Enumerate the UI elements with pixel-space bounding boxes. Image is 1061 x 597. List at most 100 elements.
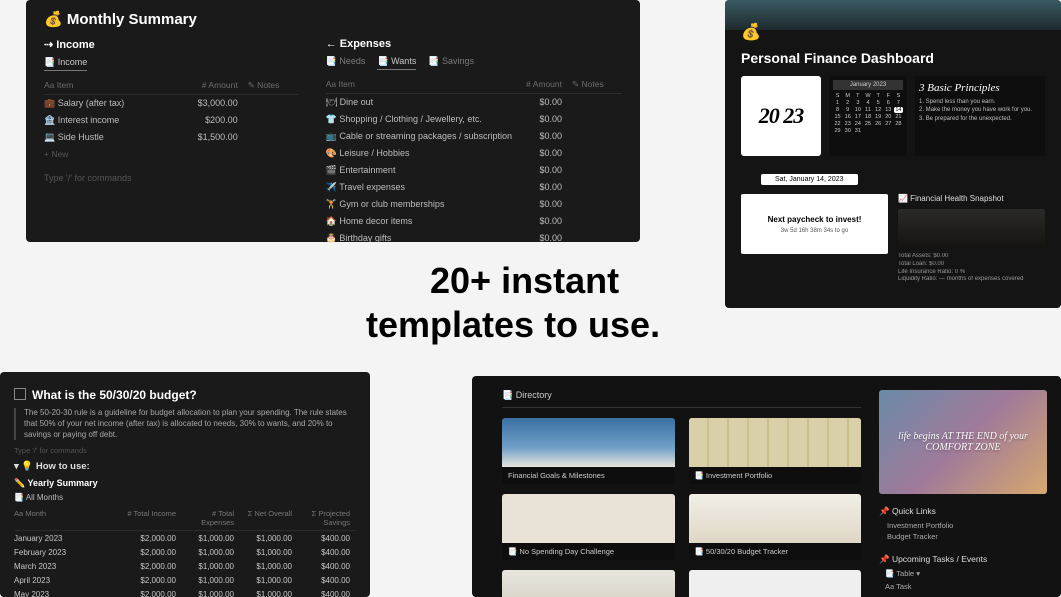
yearly-row[interactable]: May 2023 $2,000.00 $1,000.00 $1,000.00 $… [14, 587, 356, 597]
calendar-day[interactable]: M [843, 93, 852, 99]
calendar-day[interactable]: 7 [894, 100, 903, 106]
income-row[interactable]: 💼 Salary (after tax) $3,000.00 [44, 95, 298, 112]
yearly-row[interactable]: January 2023 $2,000.00 $1,000.00 $1,000.… [14, 531, 356, 545]
expense-row[interactable]: 👕 Shopping / Clothing / Jewellery, etc. … [326, 111, 622, 128]
invest-title: Next paycheck to invest! [768, 215, 862, 224]
calendar-day[interactable]: 3 [853, 100, 862, 106]
income-row[interactable]: 💻 Side Hustle $1,500.00 [44, 129, 298, 146]
yearly-income: $2,000.00 [124, 562, 182, 571]
finance-dashboard-panel: 💰 Personal Finance Dashboard 20 23 Janua… [725, 0, 1061, 308]
quicklink-item[interactable]: Budget Tracker [887, 532, 1047, 543]
directory-card[interactable] [502, 570, 675, 597]
expense-row[interactable]: 🎂 Birthday gifts $0.00 [326, 230, 622, 242]
yearly-net: $1,000.00 [240, 562, 298, 571]
directory-card[interactable]: 📑 50/30/20 Budget Tracker [689, 494, 862, 560]
calendar-day[interactable]: 14 [894, 107, 903, 113]
directory-heading[interactable]: 📑 Directory [502, 390, 861, 408]
expense-item: 🏋 Gym or club memberships [326, 199, 512, 210]
yearly-heading: ✏️ Yearly Summary [14, 478, 356, 489]
yearly-row[interactable]: March 2023 $2,000.00 $1,000.00 $1,000.00… [14, 559, 356, 573]
howto-heading[interactable]: ▾ 💡 How to use: [14, 461, 356, 472]
directory-card[interactable]: Financial Goals & Milestones [502, 418, 675, 484]
directory-card[interactable]: 📑 Investment Portfolio [689, 418, 862, 484]
calendar-day[interactable]: 9 [843, 107, 852, 113]
income-row[interactable]: 🏦 Interest income $200.00 [44, 112, 298, 129]
tab-needs[interactable]: 📑 Needs [326, 56, 366, 70]
calendar-day[interactable]: 21 [894, 114, 903, 120]
quicklink-item[interactable]: Investment Portfolio [887, 521, 1047, 532]
upcoming-tab[interactable]: Aa Task [885, 582, 1047, 591]
calendar-day[interactable]: 30 [843, 128, 852, 134]
tab-income[interactable]: 📑 Income [44, 57, 87, 71]
calendar-day[interactable]: 8 [833, 107, 842, 113]
expense-row[interactable]: 🍽 Dine out $0.00 [326, 94, 622, 111]
yearly-expenses: $1,000.00 [182, 576, 240, 585]
directory-card[interactable]: 📑 No Spending Day Challenge [502, 494, 675, 560]
calendar-day[interactable]: 5 [874, 100, 883, 106]
calendar-day[interactable]: F [884, 93, 893, 99]
calendar-widget[interactable]: January 2023 SMTWTFS12345678910111213141… [829, 76, 907, 156]
yearly-expenses: $1,000.00 [182, 562, 240, 571]
card-image [689, 494, 862, 543]
expense-item: 📺 Cable or streaming packages / subscrip… [326, 131, 512, 142]
calendar-day[interactable]: T [853, 93, 862, 99]
expense-amount: $0.00 [512, 233, 572, 242]
quicklinks-heading: 📌 Quick Links [879, 506, 1047, 517]
calendar-day[interactable]: 1 [833, 100, 842, 106]
income-amount: $200.00 [188, 115, 248, 126]
income-amount: $3,000.00 [188, 98, 248, 109]
calendar-day[interactable]: 26 [874, 121, 883, 127]
principles-title: 3 Basic Principles [919, 82, 1041, 94]
yearly-row[interactable]: February 2023 $2,000.00 $1,000.00 $1,000… [14, 545, 356, 559]
invest-countdown: Next paycheck to invest! 3w 5d 16h 38m 3… [741, 194, 888, 254]
calendar-day[interactable]: 27 [884, 121, 893, 127]
calendar-day[interactable]: 16 [843, 114, 852, 120]
calendar-day[interactable]: 31 [853, 128, 862, 134]
calendar-day[interactable]: 17 [853, 114, 862, 120]
calendar-day[interactable]: 4 [863, 100, 872, 106]
calendar-day[interactable]: 10 [853, 107, 862, 113]
calendar-day[interactable]: 28 [894, 121, 903, 127]
income-notes [248, 115, 298, 126]
calendar-day[interactable]: S [894, 93, 903, 99]
income-new[interactable]: + New [44, 149, 298, 159]
expense-row[interactable]: 📺 Cable or streaming packages / subscrip… [326, 128, 622, 145]
expense-row[interactable]: 🏋 Gym or club memberships $0.00 [326, 196, 622, 213]
expense-row[interactable]: 🏠 Home decor items $0.00 [326, 213, 622, 230]
calendar-day[interactable]: 23 [843, 121, 852, 127]
calendar-day[interactable]: 2 [843, 100, 852, 106]
health-stat: Life Insurance Ratio: 0 % [898, 269, 1045, 277]
calendar-day[interactable]: 15 [833, 114, 842, 120]
directory-card[interactable] [689, 570, 862, 597]
tab-wants[interactable]: 📑 Wants [377, 56, 416, 70]
calendar-day[interactable]: 29 [833, 128, 842, 134]
principle-item: 1. Spend less than you earn. [919, 98, 1041, 106]
upcoming-tab[interactable]: 📑 Table ▾ [885, 569, 1047, 578]
calendar-day[interactable]: 22 [833, 121, 842, 127]
yearly-savings: $400.00 [298, 590, 356, 597]
tab-all-months[interactable]: 📑 All Months [14, 493, 356, 502]
yc-month: Aa Month [14, 509, 124, 527]
calendar-day[interactable]: 19 [874, 114, 883, 120]
quote-card: life begins AT THE END of your COMFORT Z… [879, 390, 1047, 494]
expense-row[interactable]: 🎨 Leisure / Hobbies $0.00 [326, 145, 622, 162]
calendar-day[interactable]: T [874, 93, 883, 99]
expense-item: 🏠 Home decor items [326, 216, 512, 227]
health-stat: Liquidity Ratio: — months of expenses co… [898, 276, 1045, 284]
calendar-day[interactable]: 25 [863, 121, 872, 127]
calendar-day[interactable]: 18 [863, 114, 872, 120]
expense-row[interactable]: ✈️ Travel expenses $0.00 [326, 179, 622, 196]
calendar-day[interactable]: 12 [874, 107, 883, 113]
yc-net: Σ Net Overall [240, 509, 298, 527]
calendar-day[interactable]: W [863, 93, 872, 99]
calendar-day[interactable]: 13 [884, 107, 893, 113]
calendar-day[interactable]: 20 [884, 114, 893, 120]
calendar-day[interactable]: S [833, 93, 842, 99]
calendar-day[interactable]: 6 [884, 100, 893, 106]
calendar-day[interactable]: 11 [863, 107, 872, 113]
yearly-row[interactable]: April 2023 $2,000.00 $1,000.00 $1,000.00… [14, 573, 356, 587]
tab-savings[interactable]: 📑 Savings [428, 56, 474, 70]
expense-row[interactable]: 🎬 Entertainment $0.00 [326, 162, 622, 179]
calendar-day[interactable]: 24 [853, 121, 862, 127]
expense-notes [572, 114, 622, 125]
